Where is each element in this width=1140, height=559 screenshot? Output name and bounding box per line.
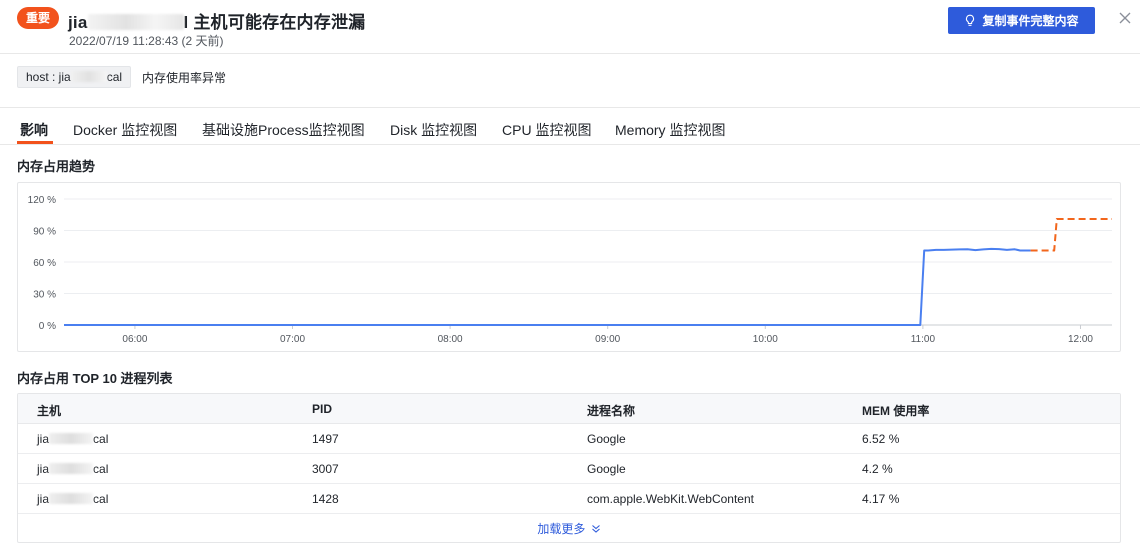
host-suffix: cal xyxy=(93,492,109,506)
cell-pid: 3007 xyxy=(312,462,339,476)
copy-button-label: 复制事件完整内容 xyxy=(982,14,1079,28)
event-title: jia l 主机可能存在内存泄漏 xyxy=(68,8,365,33)
rule-name: 内存使用率异常 xyxy=(142,71,227,85)
table-row: jia cal 3007 Google 4.2 % xyxy=(18,454,1120,484)
redacted-host xyxy=(49,433,94,444)
host-suffix: cal xyxy=(93,462,109,476)
active-tab-indicator xyxy=(17,141,53,144)
redacted-host xyxy=(49,493,94,504)
tab-disk[interactable]: Disk 监控视图 xyxy=(390,120,477,140)
tab-docker[interactable]: Docker 监控视图 xyxy=(73,120,177,140)
cell-host: jia cal xyxy=(37,492,108,506)
redacted-host xyxy=(49,463,94,474)
load-more-button[interactable]: 加载更多 xyxy=(18,520,1120,537)
event-timestamp: 2022/07/19 11:28:43 (2 天前) xyxy=(69,34,224,48)
host-prefix: jia xyxy=(37,432,50,446)
host-prefix: jia xyxy=(37,462,50,476)
tag-row: host : jia cal 内存使用率异常 xyxy=(0,54,1140,108)
x-tick-label: 08:00 xyxy=(438,334,463,345)
chart-section-title: 内存占用趋势 xyxy=(17,159,96,174)
y-tick-label: 0 % xyxy=(39,321,56,332)
host-tag-prefix: host : jia xyxy=(26,70,71,84)
load-more-label: 加载更多 xyxy=(537,522,586,536)
col-host: 主机 xyxy=(37,404,62,418)
event-header: 重要 jia l 主机可能存在内存泄漏 2022/07/19 11:28:43 (… xyxy=(0,0,1140,54)
double-chevron-down-icon xyxy=(591,525,600,533)
close-icon[interactable] xyxy=(1117,10,1133,26)
x-tick-label: 09:00 xyxy=(595,334,620,345)
memory-trend-chart: 120 % 90 % 60 % 30 % 0 % 06:00 07:00 08:00 09:00… xyxy=(17,182,1121,352)
host-suffix: cal xyxy=(93,432,109,446)
table-header: 主机 PID 进程名称 MEM 使用率 xyxy=(18,394,1120,424)
col-mem: MEM 使用率 xyxy=(862,404,930,418)
process-table: 主机 PID 进程名称 MEM 使用率 jia cal 1497 Google 6… xyxy=(17,393,1121,543)
host-tag-suffix: cal xyxy=(106,70,123,84)
y-tick-label: 90 % xyxy=(33,227,56,238)
actual-series-line xyxy=(64,247,1031,326)
lightbulb-icon xyxy=(966,14,975,26)
y-tick-label: 60 % xyxy=(33,258,56,269)
forecast-series-line xyxy=(1030,218,1112,252)
y-tick-label: 120 % xyxy=(28,195,56,206)
table-row: jia cal 1497 Google 6.52 % xyxy=(18,424,1120,454)
copy-event-button[interactable]: 复制事件完整内容 xyxy=(948,7,1095,34)
tab-memory[interactable]: Memory 监控视图 xyxy=(615,120,725,140)
x-tick-label: 06:00 xyxy=(122,334,147,345)
cell-pid: 1497 xyxy=(312,432,339,446)
cell-mem: 4.2 % xyxy=(862,462,893,476)
cell-pid: 1428 xyxy=(312,492,339,506)
x-tick-label: 12:00 xyxy=(1068,334,1093,345)
title-suffix: l 主机可能存在内存泄漏 xyxy=(183,13,366,32)
tab-cpu[interactable]: CPU 监控视图 xyxy=(502,120,591,140)
x-tick-label: 10:00 xyxy=(753,334,778,345)
severity-badge: 重要 xyxy=(17,7,60,29)
cell-host: jia cal xyxy=(37,432,108,446)
cell-mem: 6.52 % xyxy=(862,432,900,446)
cell-process: Google xyxy=(587,432,626,446)
chart-svg: 120 % 90 % 60 % 30 % 0 % 06:00 07:00 08:00 09:00… xyxy=(28,195,1112,345)
cell-process: Google xyxy=(587,462,626,476)
cell-process: com.apple.WebKit.WebContent xyxy=(587,492,754,506)
x-tick-label: 11:00 xyxy=(911,334,936,345)
col-pid: PID xyxy=(312,402,333,416)
cell-host: jia cal xyxy=(37,462,108,476)
host-tag[interactable]: host : jia cal xyxy=(17,66,132,88)
y-tick-label: 30 % xyxy=(33,290,56,301)
x-tick-label: 07:00 xyxy=(280,334,305,345)
view-tabs: 影响 Docker 监控视图 基础设施Process监控视图 Disk 监控视图… xyxy=(0,115,1140,145)
cell-mem: 4.17 % xyxy=(862,492,900,506)
host-prefix: jia xyxy=(37,492,50,506)
tab-impact[interactable]: 影响 xyxy=(20,120,48,140)
table-row: jia cal 1428 com.apple.WebKit.WebContent … xyxy=(18,484,1120,514)
redacted-hostname xyxy=(87,14,184,30)
col-process: 进程名称 xyxy=(587,404,636,418)
redacted-host xyxy=(70,71,107,82)
title-prefix: jia xyxy=(68,13,88,32)
table-section-title: 内存占用 TOP 10 进程列表 xyxy=(17,371,173,386)
tab-process[interactable]: 基础设施Process监控视图 xyxy=(202,120,365,140)
